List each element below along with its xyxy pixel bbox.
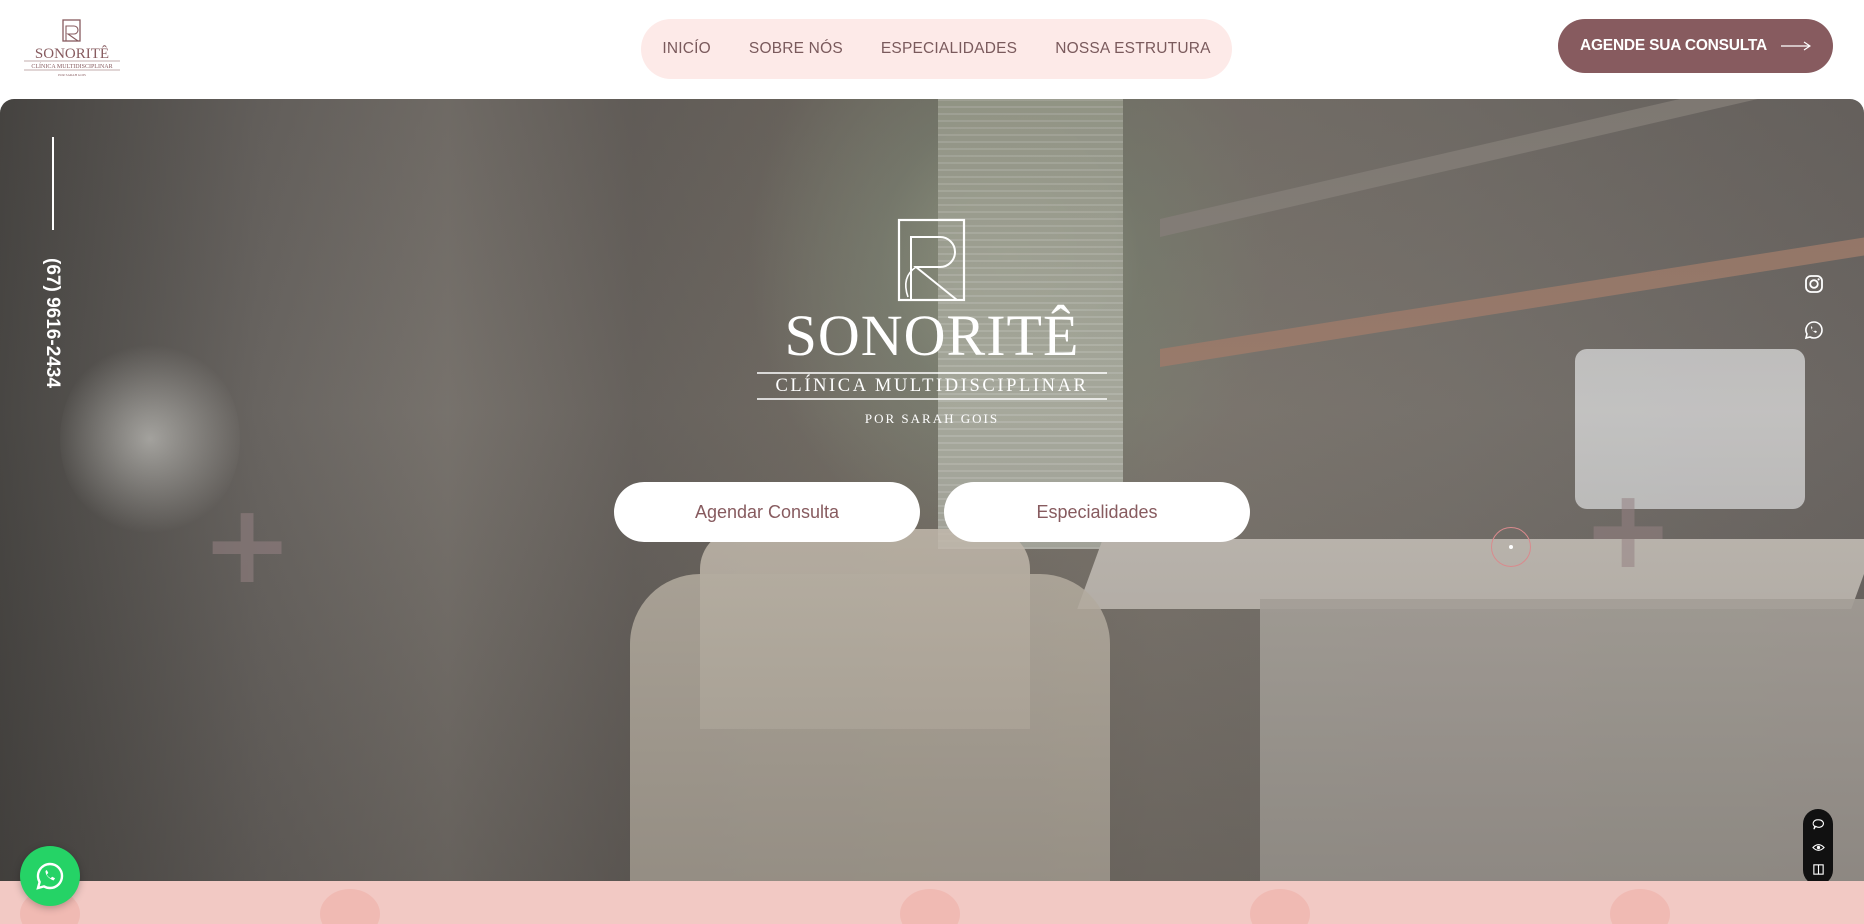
instagram-link[interactable]	[1804, 274, 1824, 294]
logo-tagline: CLÍNICA MULTIDISCIPLINAR	[31, 62, 112, 70]
schedule-cta-button[interactable]: AGENDE SUA CONSULTA	[1558, 19, 1833, 73]
instagram-icon	[1805, 275, 1823, 293]
especialidades-button[interactable]: Especialidades	[944, 482, 1250, 542]
chat-icon[interactable]	[1812, 818, 1825, 831]
phone-link[interactable]: (67) 9616-2434	[30, 249, 74, 399]
flower-decoration	[320, 889, 380, 924]
nav-item-nossa-estrutura[interactable]: NOSSA ESTRUTURA	[1055, 40, 1210, 58]
nav-item-inicio[interactable]: INICÍO	[662, 40, 711, 58]
agendar-consulta-button[interactable]: Agendar Consulta	[614, 482, 920, 542]
hero-wordmark: SONORITÊ	[785, 303, 1080, 368]
logo-byline: POR SARAH GOIS	[58, 73, 86, 77]
whatsapp-link[interactable]	[1804, 320, 1824, 340]
nav-item-especialidades[interactable]: ESPECIALIDADES	[881, 40, 1017, 58]
eye-icon[interactable]	[1811, 841, 1825, 854]
site-logo[interactable]: SONORITÊ CLÍNICA MULTIDISCIPLINAR POR SA…	[22, 18, 122, 78]
next-section-preview	[0, 881, 1864, 924]
site-header: SONORITÊ CLÍNICA MULTIDISCIPLINAR POR SA…	[0, 0, 1864, 99]
hero-byline: POR SARAH GOIS	[865, 411, 999, 426]
flower-decoration	[900, 889, 960, 924]
book-icon[interactable]	[1812, 863, 1825, 876]
whatsapp-icon	[36, 862, 64, 890]
main-nav: INICÍO SOBRE NÓS ESPECIALIDADES NOSSA ES…	[641, 19, 1232, 79]
accessibility-toolbar	[1803, 809, 1833, 881]
plus-decoration: +	[1582, 465, 1675, 593]
logo-mark-icon: SONORITÊ CLÍNICA MULTIDISCIPLINAR POR SA…	[24, 19, 120, 77]
arrow-right-icon	[1781, 41, 1812, 51]
logo-wordmark: SONORITÊ	[35, 45, 109, 62]
hero-logo: SONORITÊ CLÍNICA MULTIDISCIPLINAR POR SA…	[752, 217, 1112, 432]
flower-decoration	[1250, 889, 1310, 924]
plus-decoration: +	[201, 480, 294, 608]
phone-divider	[52, 137, 54, 230]
schedule-cta-label: AGENDE SUA CONSULTA	[1579, 37, 1768, 54]
phone-number: (67) 9616-2434	[42, 258, 63, 388]
logo-mark-icon: SONORITÊ CLÍNICA MULTIDISCIPLINAR POR SA…	[757, 218, 1107, 426]
floating-whatsapp-button[interactable]	[20, 846, 80, 906]
slider-indicator[interactable]	[1491, 527, 1531, 567]
nav-item-sobre-nos[interactable]: SOBRE NÓS	[749, 40, 843, 58]
whatsapp-icon	[1804, 321, 1823, 340]
hero-section: + + (67) 9616-2434 SONORITÊ CLÍNICA MULT…	[0, 99, 1864, 881]
hero-tagline: CLÍNICA MULTIDISCIPLINAR	[775, 374, 1088, 396]
flower-decoration	[1610, 889, 1670, 924]
